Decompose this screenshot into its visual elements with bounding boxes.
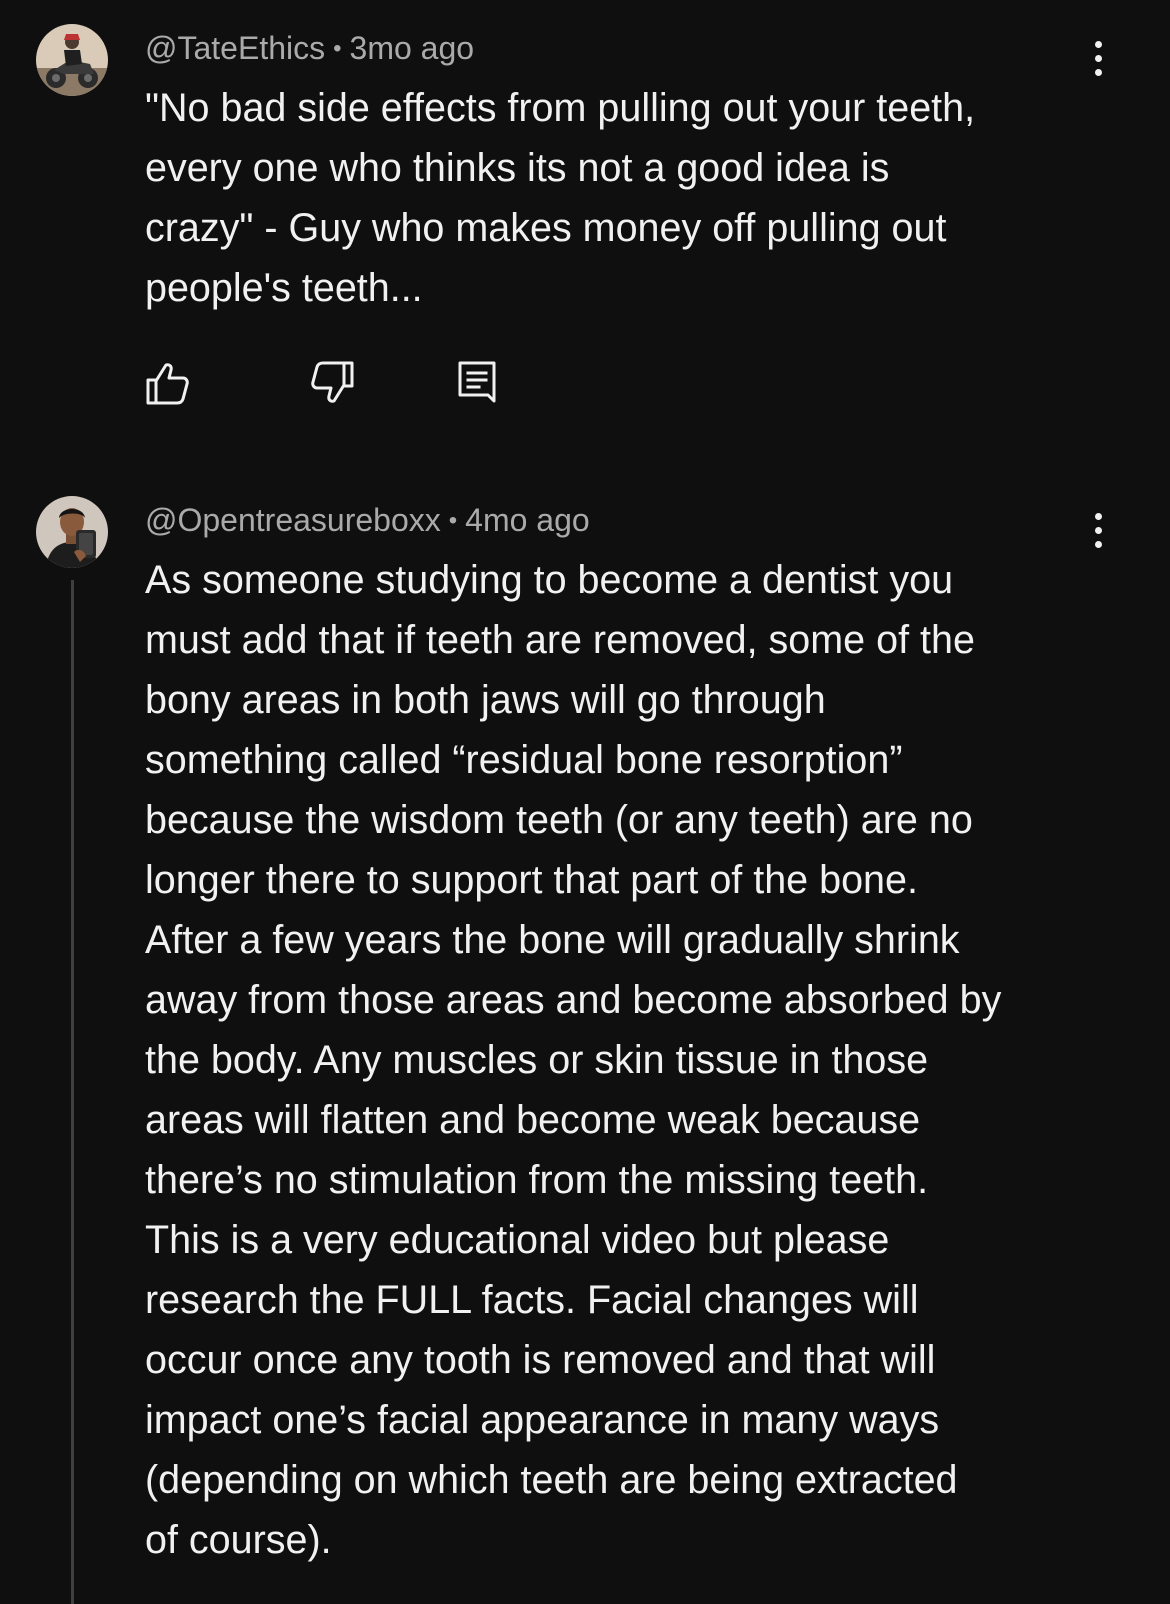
comment-line: there’s no stimulation from the missing …	[145, 1158, 929, 1202]
kebab-dot-icon	[1094, 68, 1102, 76]
comment-text: As someone studying to become a dentist …	[145, 550, 1105, 1570]
comment-line: impact one’s facial appearance in many w…	[145, 1398, 940, 1442]
kebab-dot-icon	[1094, 40, 1102, 48]
more-options-button[interactable]	[1080, 36, 1116, 80]
comment-author[interactable]: @TateEthics	[145, 30, 325, 66]
comment-line: "No bad side effects from pulling out yo…	[145, 86, 976, 130]
person-avatar-icon	[36, 496, 108, 568]
more-options-button[interactable]	[1080, 508, 1116, 552]
comment-timestamp[interactable]: 4mo ago	[465, 502, 590, 538]
comment-line: because the wisdom teeth (or any teeth) …	[145, 798, 973, 842]
comment-text: "No bad side effects from pulling out yo…	[145, 78, 1105, 318]
comment-line: of course).	[145, 1518, 332, 1562]
comment-line: occur once any tooth is removed and that…	[145, 1338, 936, 1382]
comment-line: research the FULL facts. Facial changes …	[145, 1278, 919, 1322]
comment-line: (depending on which teeth are being extr…	[145, 1458, 958, 1502]
comment-line: After a few years the bone will graduall…	[145, 918, 960, 962]
comment-timestamp[interactable]: 3mo ago	[350, 30, 475, 66]
comment-line: As someone studying to become a dentist …	[145, 558, 954, 602]
avatar[interactable]	[36, 496, 108, 568]
comment-line: people's teeth...	[145, 266, 423, 310]
dislike-button[interactable]	[309, 360, 359, 410]
kebab-dot-icon	[1094, 540, 1102, 548]
comment-meta: @Opentreasureboxx • 4mo ago	[145, 500, 590, 541]
kebab-dot-icon	[1094, 54, 1102, 62]
kebab-dot-icon	[1094, 512, 1102, 520]
comment-line: bony areas in both jaws will go through	[145, 678, 826, 722]
comment-line: longer there to support that part of the…	[145, 858, 918, 902]
meta-separator: •	[333, 35, 342, 62]
motorcycle-avatar-icon	[36, 24, 108, 96]
reply-button[interactable]	[457, 360, 507, 410]
avatar[interactable]	[36, 24, 108, 96]
comment-line: areas will flatten and become weak becau…	[145, 1098, 921, 1142]
comment-line: away from those areas and become absorbe…	[145, 978, 1002, 1022]
meta-separator: •	[448, 507, 458, 534]
kebab-dot-icon	[1094, 526, 1102, 534]
thumbs-down-icon	[311, 361, 354, 403]
comment-reply-icon	[458, 361, 496, 403]
comment-line: something called “residual bone resorpti…	[145, 738, 903, 782]
comment-line: every one who thinks its not a good idea…	[145, 146, 890, 190]
comment-author[interactable]: @Opentreasureboxx	[145, 502, 441, 538]
thread-line	[71, 580, 74, 1604]
comment-line: This is a very educational video but ple…	[145, 1218, 890, 1262]
comment-line: must add that if teeth are removed, some…	[145, 618, 975, 662]
thumbs-up-icon	[146, 363, 189, 405]
comment-line: crazy" - Guy who makes money off pulling…	[145, 206, 947, 250]
comment-meta: @TateEthics • 3mo ago	[145, 28, 474, 69]
like-button[interactable]	[145, 360, 195, 410]
comment-line: the body. Any muscles or skin tissue in …	[145, 1038, 929, 1082]
